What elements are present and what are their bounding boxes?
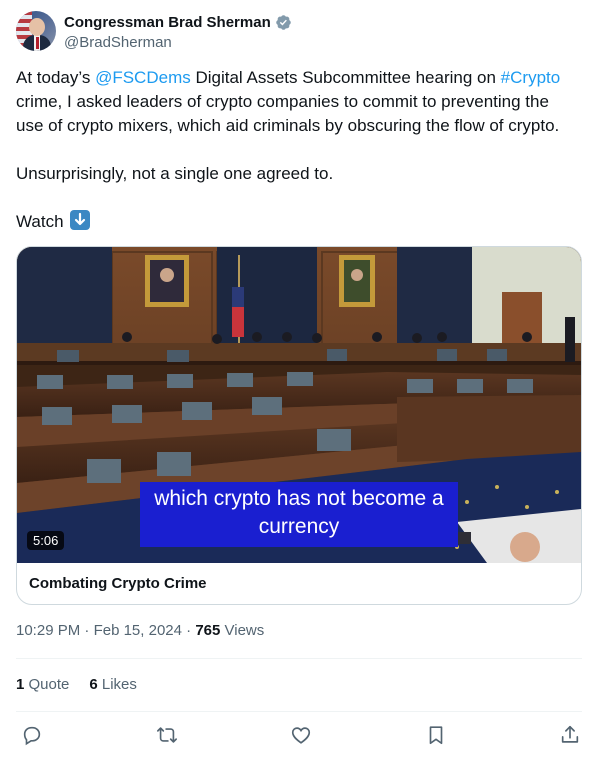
likes-count: 6 bbox=[89, 676, 98, 693]
retweet-icon[interactable] bbox=[156, 724, 178, 746]
display-name[interactable]: Congressman Brad Sherman bbox=[64, 14, 271, 31]
divider bbox=[16, 711, 582, 712]
name-row: Congressman Brad Sherman bbox=[64, 12, 292, 32]
text-segment: At today’s bbox=[16, 68, 96, 87]
verified-badge-icon bbox=[275, 14, 291, 30]
tweet-text: At today’s @FSCDems Digital Assets Subco… bbox=[16, 66, 586, 234]
engagement-stats: 1 Quote 6 Likes bbox=[16, 676, 137, 693]
author-names: Congressman Brad Sherman @BradSherman bbox=[64, 12, 292, 53]
media-card[interactable]: which crypto has not become a currency 5… bbox=[16, 246, 582, 605]
down-arrow-emoji-icon bbox=[70, 210, 91, 230]
watch-text: Watch bbox=[16, 212, 64, 231]
views-label: Views bbox=[220, 622, 265, 639]
bookmark-icon[interactable] bbox=[425, 724, 447, 746]
tweet-line-5: Watch bbox=[16, 210, 586, 234]
meta-separator: · bbox=[181, 622, 196, 639]
media-title[interactable]: Combating Crypto Crime bbox=[29, 575, 207, 592]
video-caption: which crypto has not become a currency bbox=[140, 482, 458, 547]
caption-line-2: currency bbox=[258, 515, 340, 538]
quotes-stat[interactable]: 1 Quote bbox=[16, 676, 69, 693]
author-handle[interactable]: @BradSherman bbox=[64, 33, 292, 53]
video-duration: 5:06 bbox=[27, 531, 65, 550]
divider bbox=[16, 658, 582, 659]
views-count: 765 bbox=[195, 622, 221, 639]
tweet-line-4: Unsurprisingly, not a single one agreed … bbox=[16, 164, 334, 183]
hashtag-link[interactable]: #Crypto bbox=[501, 68, 561, 87]
action-bar bbox=[21, 724, 581, 746]
caption-line-1: which crypto has not become a bbox=[154, 487, 444, 510]
likes-label: Likes bbox=[97, 676, 137, 693]
tweet-line-3: use of crypto mixers, which aid criminal… bbox=[16, 116, 560, 135]
reply-icon[interactable] bbox=[21, 724, 43, 746]
tweet-line-1: At today’s @FSCDems Digital Assets Subco… bbox=[16, 66, 586, 90]
avatar[interactable] bbox=[16, 11, 56, 51]
avatar-tie bbox=[36, 37, 39, 49]
tweet-time[interactable]: 10:29 PM bbox=[16, 622, 80, 639]
video-player[interactable]: which crypto has not become a currency 5… bbox=[17, 247, 581, 563]
tweet-line-2: crime, I asked leaders of crypto compani… bbox=[16, 92, 549, 111]
avatar-head bbox=[29, 18, 45, 36]
mention-link[interactable]: @FSCDems bbox=[95, 68, 191, 87]
meta-separator: · bbox=[80, 622, 94, 639]
text-segment: Digital Assets Subcommittee hearing on bbox=[190, 68, 501, 87]
tweet-meta: 10:29 PM · Feb 15, 2024 · 765 Views bbox=[16, 622, 264, 639]
tweet-header: Congressman Brad Sherman @BradSherman bbox=[16, 11, 292, 53]
share-icon[interactable] bbox=[559, 724, 581, 746]
quotes-label: Quote bbox=[24, 676, 70, 693]
likes-stat[interactable]: 6 Likes bbox=[89, 676, 137, 693]
like-icon[interactable] bbox=[290, 724, 312, 746]
tweet-date[interactable]: Feb 15, 2024 bbox=[94, 622, 182, 639]
